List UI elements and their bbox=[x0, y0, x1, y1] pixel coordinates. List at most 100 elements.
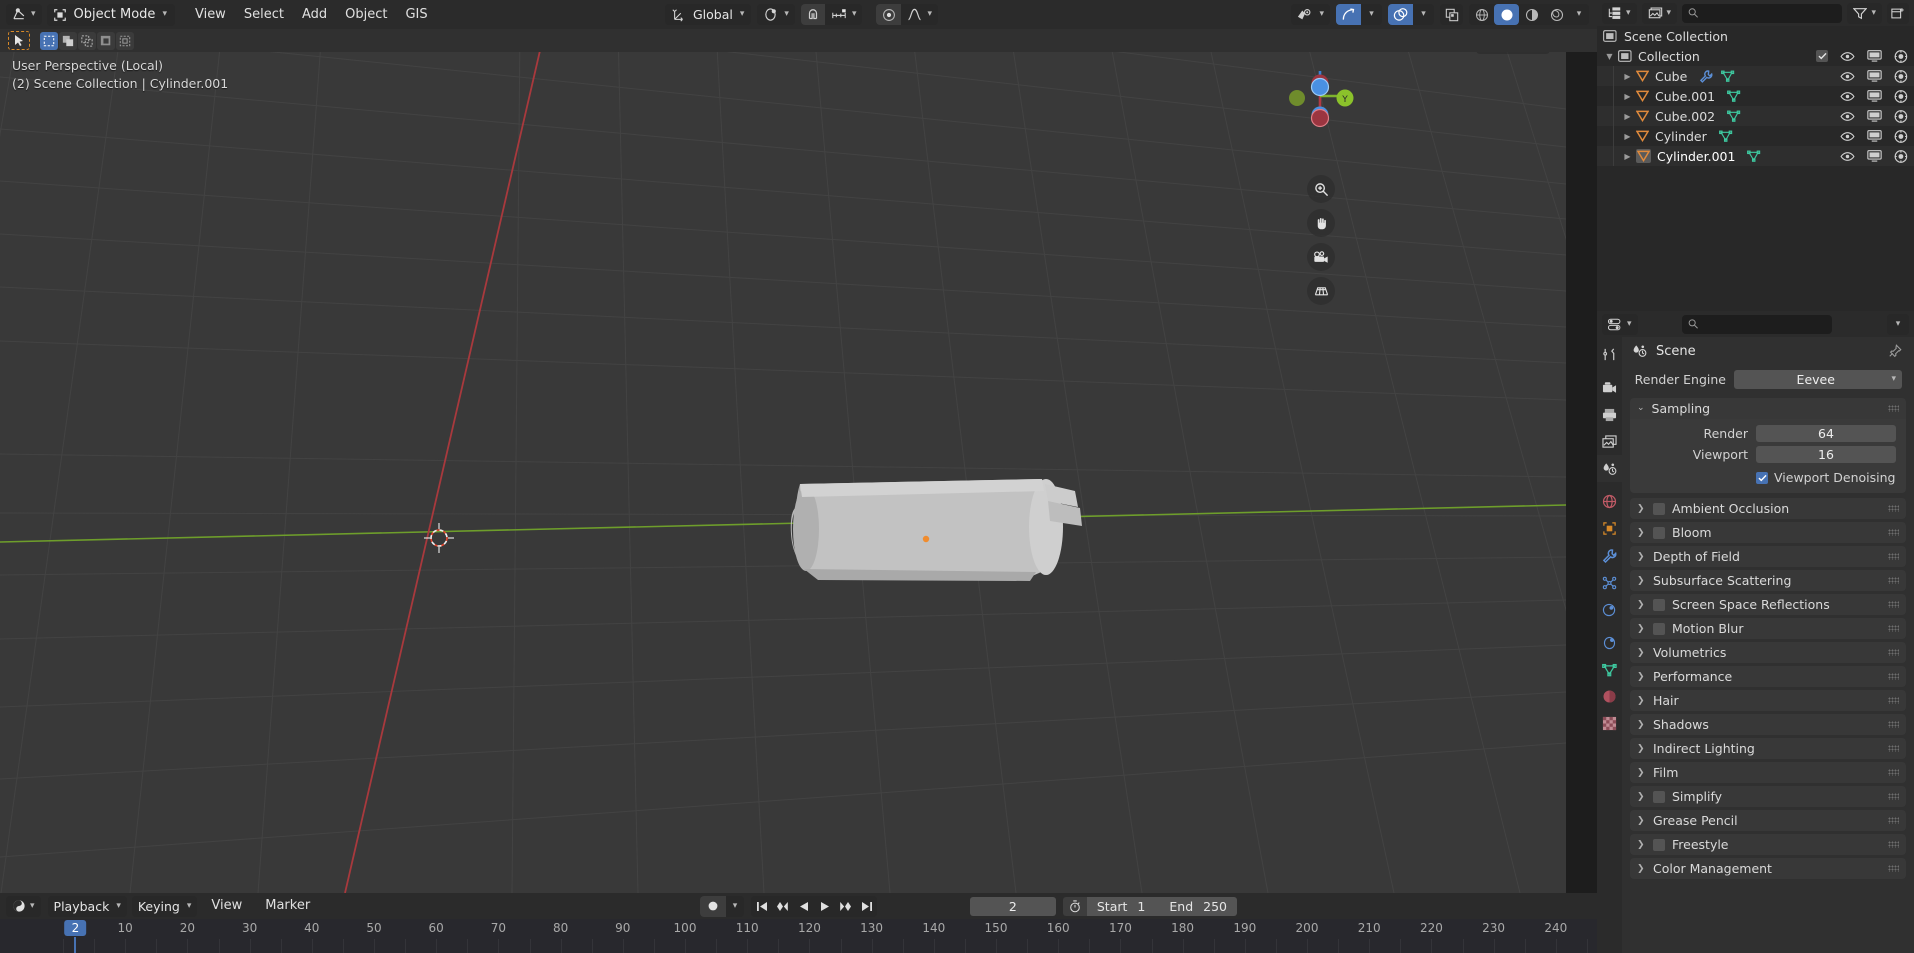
mesh-data-icon[interactable] bbox=[1727, 90, 1741, 102]
outliner-row-cube-002[interactable]: ▶ Cube.002 bbox=[1597, 106, 1914, 126]
cursor-tool-button[interactable] bbox=[8, 31, 30, 50]
navigation-gizmo[interactable]: Y bbox=[1281, 57, 1359, 135]
shading-wireframe-button[interactable] bbox=[1469, 4, 1494, 25]
select-mode-subtract[interactable] bbox=[78, 31, 96, 50]
snap-toggle-button[interactable] bbox=[800, 4, 825, 25]
panel-enable-checkbox[interactable] bbox=[1653, 598, 1665, 611]
panel-enable-checkbox[interactable] bbox=[1653, 502, 1665, 515]
properties-panel-grease-pencil[interactable]: ❯ Grease Pencil bbox=[1630, 810, 1906, 831]
properties-panel-volumetrics[interactable]: ❯ Volumetrics bbox=[1630, 642, 1906, 663]
transform-orientation-selector[interactable]: Global ▾ bbox=[665, 4, 752, 25]
camera-disable-render-icon[interactable] bbox=[1894, 89, 1908, 103]
record-keyframe-button[interactable] bbox=[700, 895, 726, 917]
properties-tab-modifier-wrench[interactable] bbox=[1597, 542, 1622, 569]
overlays-toggle-button[interactable] bbox=[1388, 4, 1413, 25]
eye-visibility-icon[interactable] bbox=[1840, 71, 1855, 82]
editor-type-selector[interactable]: ▾ bbox=[6, 4, 42, 25]
sampling-viewport-value[interactable]: 16 bbox=[1756, 446, 1896, 463]
menu-select[interactable]: Select bbox=[235, 4, 293, 26]
auto-keyframe-dropdown[interactable]: ▾ bbox=[726, 896, 744, 917]
properties-panel-freestyle[interactable]: ❯ Freestyle bbox=[1630, 834, 1906, 855]
properties-panel-subsurface-scattering[interactable]: ❯ Subsurface Scattering bbox=[1630, 570, 1906, 591]
collection-enable-checkbox[interactable] bbox=[1816, 50, 1828, 62]
properties-tab-texture[interactable] bbox=[1597, 710, 1622, 737]
keying-menu[interactable]: Keying ▾ bbox=[131, 895, 198, 917]
monitor-disable-viewport-icon[interactable] bbox=[1867, 110, 1882, 122]
mesh-data-icon[interactable] bbox=[1721, 70, 1735, 82]
pin-icon[interactable] bbox=[1888, 344, 1902, 358]
properties-panel-film[interactable]: ❯ Film bbox=[1630, 762, 1906, 783]
auto-keying-button[interactable] bbox=[1062, 896, 1087, 916]
properties-panel-depth-of-field[interactable]: ❯ Depth of Field bbox=[1630, 546, 1906, 567]
pan-hand-icon[interactable] bbox=[1307, 209, 1335, 237]
timeline-playhead-line[interactable] bbox=[74, 937, 77, 953]
play-reverse-button[interactable] bbox=[793, 896, 814, 917]
timeline-playhead-label[interactable]: 2 bbox=[64, 920, 87, 936]
properties-panel-indirect-lighting[interactable]: ❯ Indirect Lighting bbox=[1630, 738, 1906, 759]
properties-tab-tool[interactable] bbox=[1597, 341, 1622, 368]
properties-tab-object-data-mesh[interactable] bbox=[1597, 656, 1622, 683]
eye-visibility-icon[interactable] bbox=[1840, 111, 1855, 122]
select-mode-intersect[interactable] bbox=[116, 31, 134, 50]
shading-solid-button[interactable] bbox=[1494, 4, 1519, 25]
3d-viewport[interactable]: User Perspective (Local) (2) Scene Colle… bbox=[0, 29, 1566, 893]
proportional-edit-toggle[interactable] bbox=[876, 4, 902, 25]
properties-panel-performance[interactable]: ❯ Performance bbox=[1630, 666, 1906, 687]
properties-panel-motion-blur[interactable]: ❯ Motion Blur bbox=[1630, 618, 1906, 639]
select-mode-new[interactable] bbox=[40, 31, 58, 50]
viewport-denoising-checkbox[interactable] bbox=[1756, 471, 1768, 484]
camera-disable-render-icon[interactable] bbox=[1894, 49, 1908, 63]
falloff-selector[interactable]: ▾ bbox=[901, 4, 938, 25]
monitor-disable-viewport-icon[interactable] bbox=[1867, 130, 1882, 142]
timeline-editor-type-selector[interactable]: ▾ bbox=[6, 895, 41, 917]
snap-settings-selector[interactable]: ▾ bbox=[824, 4, 863, 25]
properties-tab-material[interactable] bbox=[1597, 683, 1622, 710]
xray-toggle-button[interactable] bbox=[1440, 4, 1463, 25]
menu-gis[interactable]: GIS bbox=[396, 4, 436, 26]
disclosure-triangle-icon[interactable]: ▶ bbox=[1621, 152, 1634, 161]
shading-rendered-button[interactable] bbox=[1544, 4, 1569, 25]
menu-view[interactable]: View bbox=[186, 4, 235, 26]
outliner-row-collection[interactable]: ▼ Collection bbox=[1597, 46, 1914, 66]
camera-icon[interactable] bbox=[1307, 243, 1335, 271]
render-engine-dropdown[interactable]: Eevee ▾ bbox=[1734, 369, 1902, 389]
outliner-display-mode-selector[interactable]: ▾ bbox=[1602, 2, 1637, 24]
properties-editor-type-selector[interactable]: ▾ bbox=[1602, 313, 1638, 335]
properties-panel-screen-space-reflections[interactable]: ❯ Screen Space Reflections bbox=[1630, 594, 1906, 615]
sampling-panel-header[interactable]: ⌄ Sampling bbox=[1630, 398, 1906, 419]
outliner-id-filter-selector[interactable]: ▾ bbox=[1641, 2, 1678, 24]
properties-panel-shadows[interactable]: ❯ Shadows bbox=[1630, 714, 1906, 735]
pivot-point-selector[interactable]: ▾ bbox=[757, 4, 795, 25]
ortho-grid-icon[interactable] bbox=[1307, 277, 1335, 305]
jump-to-end-button[interactable] bbox=[856, 896, 877, 917]
outliner-row-cylinder[interactable]: ▶ Cylinder bbox=[1597, 126, 1914, 146]
properties-tab-output[interactable] bbox=[1597, 401, 1622, 428]
outliner-row-cube-001[interactable]: ▶ Cube.001 bbox=[1597, 86, 1914, 106]
prev-keyframe-button[interactable] bbox=[772, 896, 793, 917]
properties-tab-view-layer[interactable] bbox=[1597, 428, 1622, 455]
panel-enable-checkbox[interactable] bbox=[1653, 622, 1665, 635]
properties-search-field[interactable] bbox=[1703, 317, 1826, 331]
current-frame-field[interactable]: 2 bbox=[969, 896, 1056, 916]
shading-material-button[interactable] bbox=[1519, 4, 1544, 25]
properties-search-input[interactable] bbox=[1681, 314, 1832, 334]
properties-options-dropdown[interactable]: ▾ bbox=[1887, 313, 1909, 335]
outliner-row-cylinder-001[interactable]: ▶ Cylinder.001 bbox=[1597, 146, 1914, 166]
timeline-menu-marker[interactable]: Marker bbox=[256, 895, 319, 917]
timeline-ruler[interactable]: 10 20 30 40 50 60 70 80 90 100 110 120 130 140 150 160 1… bbox=[0, 919, 1597, 953]
menu-object[interactable]: Object bbox=[336, 4, 396, 26]
camera-disable-render-icon[interactable] bbox=[1894, 149, 1908, 163]
select-mode-extend[interactable] bbox=[59, 31, 77, 50]
panel-enable-checkbox[interactable] bbox=[1653, 790, 1665, 803]
object-visibility-selector[interactable]: ▾ bbox=[1291, 4, 1330, 25]
monitor-disable-viewport-icon[interactable] bbox=[1867, 90, 1882, 102]
select-mode-invert[interactable] bbox=[97, 31, 115, 50]
monitor-disable-viewport-icon[interactable] bbox=[1867, 50, 1882, 62]
properties-panel-color-management[interactable]: ❯ Color Management bbox=[1630, 858, 1906, 879]
mesh-data-icon[interactable] bbox=[1727, 110, 1741, 122]
new-collection-button[interactable] bbox=[1887, 2, 1909, 24]
play-button[interactable] bbox=[814, 896, 835, 917]
gizmo-toggle-button[interactable] bbox=[1336, 4, 1361, 25]
panel-enable-checkbox[interactable] bbox=[1653, 526, 1665, 539]
properties-tab-physics[interactable] bbox=[1597, 596, 1622, 623]
